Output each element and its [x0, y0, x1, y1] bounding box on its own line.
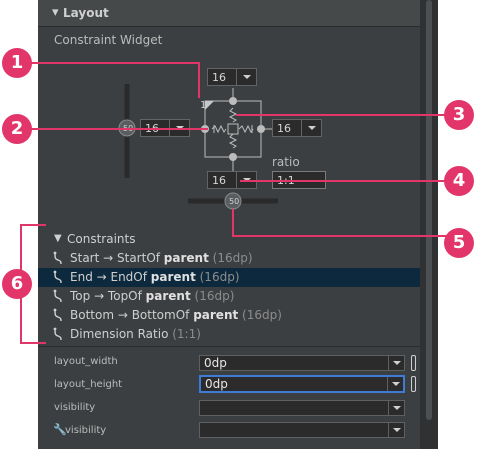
callout-1-line [198, 62, 200, 98]
chevron-down-icon[interactable] [388, 356, 404, 370]
horizontal-bias-value: 50 [229, 197, 240, 206]
layout-width-toggle[interactable] [411, 355, 416, 371]
layout-width-value: 0dp [204, 356, 227, 370]
constraint-label: Top → TopOf parent (16dp) [70, 289, 234, 303]
visibility-label: visibility [54, 402, 96, 413]
tools-visibility-label: visibility [65, 425, 107, 436]
constraint-margin: (16dp) [190, 289, 235, 303]
constraint-target: parent [150, 270, 196, 284]
callout-6-bracket [20, 224, 46, 226]
constraint-row[interactable]: Bottom → BottomOf parent (16dp) [38, 306, 420, 325]
chevron-down-icon[interactable] [236, 69, 256, 85]
margin-top-dropdown[interactable]: 16 [207, 68, 257, 86]
margin-bottom-value: 16 [212, 174, 226, 187]
callout-1: 1 [2, 48, 32, 78]
layout-height-value: 0dp [205, 377, 228, 391]
constraint-target: parent [145, 289, 191, 303]
end-constraint-handle [257, 125, 265, 133]
layout-width-combo[interactable]: 0dp [199, 355, 405, 371]
callout-3: 3 [444, 100, 474, 130]
margin-end-dropdown[interactable]: 16 [272, 119, 322, 137]
constraints-header: Constraints [67, 232, 136, 246]
ratio-corner-label: 1 [200, 100, 207, 111]
constraint-margin: (16dp) [238, 308, 282, 322]
ratio-label: ratio [272, 155, 300, 169]
visibility-combo[interactable] [199, 400, 405, 416]
constraint-label: Bottom → BottomOf parent (16dp) [70, 308, 282, 322]
constraint-label-text: Dimension Ratio [70, 327, 173, 341]
top-constraint-handle [229, 97, 237, 105]
callout-3-line [236, 114, 448, 116]
margin-top-value: 16 [212, 71, 226, 84]
callout-5: 5 [444, 228, 474, 258]
layout-width-label: layout_width [54, 356, 118, 367]
constraint-label-text: Bottom → BottomOf [70, 308, 194, 322]
constraint-row[interactable]: Dimension Ratio (1:1) [38, 325, 420, 344]
constraint-label: Dimension Ratio (1:1) [70, 327, 201, 341]
callout-5-line [232, 235, 448, 237]
chevron-down-icon[interactable] [387, 377, 403, 391]
constraint-row[interactable]: Top → TopOf parent (16dp) [38, 287, 420, 306]
callout-4: 4 [444, 166, 474, 196]
constraint-link-icon [53, 308, 62, 322]
constraint-margin: (16dp) [208, 251, 253, 265]
chevron-down-icon[interactable] [388, 401, 404, 415]
constraint-label-text: Start → StartOf [70, 251, 164, 265]
constraint-label-text: Top → TopOf [70, 289, 146, 303]
constraint-margin: (16dp) [195, 270, 240, 284]
constraint-link-icon [53, 270, 62, 284]
constraint-row[interactable]: Start → StartOf parent (16dp) [38, 249, 420, 268]
constraint-margin: (1:1) [172, 327, 201, 341]
collapse-triangle-icon[interactable]: ▼ [54, 233, 62, 244]
callout-6: 6 [2, 269, 32, 299]
constraint-target: parent [163, 251, 209, 265]
constraint-label-text: End → EndOf [70, 270, 151, 284]
margin-end-value: 16 [277, 122, 291, 135]
callout-1-line [30, 62, 200, 64]
callout-4-line [240, 180, 448, 182]
layout-height-combo[interactable]: 0dp [199, 375, 405, 393]
constraint-row[interactable]: End → EndOf parent (16dp) [38, 268, 420, 287]
bottom-constraint-handle [229, 153, 237, 161]
layout-height-label: layout_height [54, 379, 123, 390]
divider [38, 346, 420, 347]
constraint-link-icon [53, 327, 62, 341]
constraint-target: parent [193, 308, 239, 322]
widget-center-square [227, 123, 239, 135]
callout-5-line [232, 209, 234, 237]
layout-height-toggle[interactable] [411, 376, 416, 392]
chevron-down-icon[interactable] [301, 120, 321, 136]
constraint-label: End → EndOf parent (16dp) [70, 270, 240, 284]
tools-visibility-combo[interactable] [199, 422, 405, 438]
callout-2: 2 [2, 114, 32, 144]
constraint-link-icon [53, 289, 62, 303]
callout-6-bracket [20, 342, 46, 344]
callout-2-line [30, 128, 208, 130]
chevron-down-icon[interactable] [388, 423, 404, 437]
constraint-label: Start → StartOf parent (16dp) [70, 251, 253, 265]
constraint-link-icon [53, 251, 62, 265]
